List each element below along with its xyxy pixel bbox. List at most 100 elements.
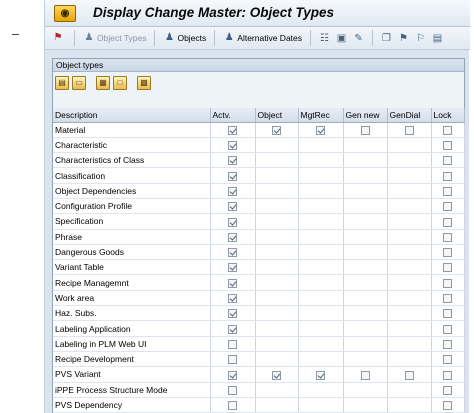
table-row[interactable]: Haz. Subs. <box>53 305 465 322</box>
table-row[interactable]: PVS Dependency <box>53 397 465 413</box>
copy-icon[interactable]: ❐ <box>380 32 393 45</box>
actv-checkbox[interactable] <box>228 309 237 319</box>
lock-checkbox[interactable] <box>443 385 452 395</box>
glasses-icon[interactable]: ◉ <box>54 5 76 22</box>
object-checkbox[interactable] <box>272 370 281 380</box>
table-row[interactable]: Material <box>53 122 465 138</box>
actv-checkbox[interactable] <box>228 385 237 395</box>
lock-checkbox[interactable] <box>443 355 452 365</box>
table-row[interactable]: iPPE Process Structure Mode <box>53 382 465 398</box>
display-icon[interactable]: ▣ <box>335 32 348 45</box>
actv-checkbox[interactable] <box>228 263 237 273</box>
table-row[interactable]: Object Dependencies <box>53 183 465 199</box>
actv-checkbox[interactable] <box>228 370 237 380</box>
table-row[interactable]: Work area <box>53 290 465 307</box>
mgtrec-checkbox[interactable] <box>316 370 325 380</box>
table-row[interactable]: Specification <box>53 213 465 230</box>
gendial-checkbox[interactable] <box>404 125 414 135</box>
column-header-mgtrec[interactable]: MgtRec <box>298 108 344 123</box>
lock-checkbox[interactable] <box>443 263 452 273</box>
toolbar-separator <box>372 30 374 46</box>
lock-checkbox[interactable] <box>443 141 452 151</box>
actv-cell <box>210 167 256 184</box>
other-change-number-button[interactable]: ⚑ <box>49 30 69 47</box>
lock-checkbox[interactable] <box>443 202 452 212</box>
table-row[interactable]: Characteristic <box>53 137 465 154</box>
table-row[interactable]: Labeling Application <box>53 320 465 337</box>
actv-checkbox[interactable] <box>228 248 237 258</box>
pages-icon[interactable]: ▤ <box>431 32 444 45</box>
gen-new-cell <box>343 382 388 398</box>
table-row[interactable]: Classification <box>53 167 465 184</box>
lock-checkbox[interactable] <box>443 217 452 227</box>
actv-checkbox[interactable] <box>228 232 237 242</box>
table-row[interactable]: Characteristics of Class <box>53 152 465 169</box>
lock-checkbox[interactable] <box>443 401 452 411</box>
lock-checkbox[interactable] <box>443 171 452 181</box>
column-header-description[interactable]: Description <box>53 108 211 123</box>
actv-checkbox[interactable] <box>228 156 237 166</box>
actv-checkbox[interactable] <box>228 324 237 334</box>
actv-checkbox[interactable] <box>228 202 237 212</box>
objects-button[interactable]: ♟ Objects <box>160 30 209 47</box>
column-header-gen-new[interactable]: Gen new <box>343 108 388 123</box>
deselect-all-icon[interactable]: □ <box>113 76 127 90</box>
gendial-cell <box>387 320 432 337</box>
table-row[interactable]: Recipe Managemnt <box>53 274 465 291</box>
column-header-actv[interactable]: Actv. <box>210 108 256 123</box>
lock-checkbox[interactable] <box>443 294 452 304</box>
actv-checkbox[interactable] <box>228 401 237 411</box>
lock-checkbox[interactable] <box>443 232 452 242</box>
table-row[interactable]: Dangerous Goods <box>53 244 465 261</box>
description-cell: PVS Variant <box>53 366 211 383</box>
object-checkbox[interactable] <box>272 125 281 135</box>
actv-checkbox[interactable] <box>228 125 237 135</box>
table-row[interactable]: Recipe Development <box>53 351 465 368</box>
alternative-dates-button[interactable]: ♟ Alternative Dates <box>220 30 305 47</box>
actv-cell <box>210 198 256 215</box>
gen-new-checkbox[interactable] <box>360 125 370 135</box>
actv-checkbox[interactable] <box>228 355 237 365</box>
gendial-checkbox[interactable] <box>404 370 414 380</box>
actv-checkbox[interactable] <box>228 278 237 288</box>
table-row[interactable]: PVS Variant <box>53 366 465 383</box>
flag-icon[interactable]: ⚑ <box>397 32 410 45</box>
gen-new-checkbox[interactable] <box>360 370 370 380</box>
lock-checkbox[interactable] <box>443 186 452 196</box>
actv-checkbox[interactable] <box>228 186 237 196</box>
lock-checkbox[interactable] <box>443 309 452 319</box>
column-header-object[interactable]: Object <box>255 108 299 123</box>
gen-new-cell <box>343 152 388 169</box>
delete-icon[interactable]: ▭ <box>72 76 86 90</box>
mgtrec-cell <box>298 229 344 245</box>
lock-checkbox[interactable] <box>443 278 452 288</box>
lock-cell <box>431 336 465 352</box>
table-row[interactable]: Labeling in PLM Web UI <box>53 336 465 352</box>
table-row[interactable]: Configuration Profile <box>53 198 465 215</box>
actv-checkbox[interactable] <box>228 217 237 227</box>
edit-icon[interactable]: ✎ <box>352 32 365 45</box>
column-header-gendial[interactable]: GenDial <box>387 108 432 123</box>
actv-checkbox[interactable] <box>228 141 237 151</box>
lock-checkbox[interactable] <box>443 248 452 258</box>
select-all-icon[interactable]: ▦ <box>96 76 110 90</box>
hierarchy-icon[interactable]: ☷ <box>318 32 331 45</box>
actv-checkbox[interactable] <box>228 294 237 304</box>
flag-outline-icon[interactable]: ⚐ <box>414 32 427 45</box>
lock-checkbox[interactable] <box>443 370 452 380</box>
print-icon[interactable]: ▩ <box>137 76 151 90</box>
actv-checkbox[interactable] <box>228 171 237 181</box>
lock-checkbox[interactable] <box>443 339 452 349</box>
lock-checkbox[interactable] <box>443 324 452 334</box>
lock-checkbox[interactable] <box>443 125 452 135</box>
table-row[interactable]: Variant Table <box>53 259 465 276</box>
lock-checkbox[interactable] <box>443 156 452 166</box>
object-types-button[interactable]: ♟ Object Types <box>80 30 149 47</box>
actv-checkbox[interactable] <box>228 339 237 349</box>
column-header-lock[interactable]: Lock <box>431 108 465 123</box>
gen-new-cell <box>343 137 388 154</box>
mgtrec-checkbox[interactable] <box>316 125 325 135</box>
table-row[interactable]: Phrase <box>53 229 465 245</box>
description-cell: Labeling in PLM Web UI <box>53 336 211 352</box>
details-icon[interactable]: ▤ <box>55 76 69 90</box>
